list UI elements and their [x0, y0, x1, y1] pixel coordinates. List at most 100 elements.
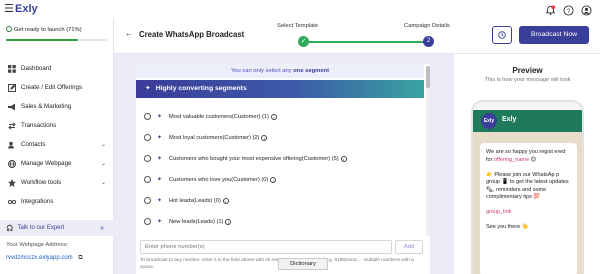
phone-preview: Exly Exly We are so happy you regist ere…	[471, 100, 584, 274]
sidebar-item-label: Transactions	[21, 122, 57, 129]
chevron-down-icon[interactable]: ⌄	[101, 160, 106, 167]
talk-to-expert-button[interactable]: 🎧 Talk to our Expert »	[0, 220, 114, 236]
phone-top	[473, 102, 582, 110]
segment-option[interactable]: ✦ Customers who bought your most expensi…	[144, 148, 424, 169]
help-icon[interactable]: ?	[563, 3, 574, 16]
webpage-url-link[interactable]: rvvdzmcczx.exlyapp.com ⧉	[6, 255, 83, 262]
info-icon[interactable]: i	[222, 197, 229, 204]
segment-option[interactable]: ✦ Most loyal customers(Customer) (2) i	[144, 127, 424, 148]
info-icon[interactable]: i	[340, 155, 347, 162]
double-chevron-icon: »	[100, 224, 104, 232]
segment-label: Customers who bought your most expensive…	[169, 155, 339, 162]
sidebar-item-label: Workflow tools	[21, 179, 62, 186]
exly-logo[interactable]: ☰Exly	[4, 2, 38, 15]
radio-button[interactable]	[144, 155, 151, 162]
launch-progress-fill	[6, 39, 78, 41]
placeholder-group-link: group_link	[486, 209, 512, 215]
sidebar: Get ready to launch (71%) Dashboard Crea…	[0, 18, 114, 274]
radio-button[interactable]	[144, 134, 151, 141]
schedule-button[interactable]	[492, 26, 512, 44]
segment-label: New leads(Leads) (1)	[169, 218, 224, 225]
avatar: Exly	[481, 113, 497, 129]
segment-label: Customers who love you(Customer) (0)	[169, 176, 269, 183]
info-icon[interactable]: i	[270, 113, 277, 120]
sidebar-item-workflow-tools[interactable]: Workflow tools ⌄	[0, 173, 114, 192]
account-icon[interactable]	[581, 3, 592, 16]
launch-progress-label[interactable]: Get ready to launch (71%)	[6, 26, 110, 33]
step-complete-check-icon[interactable]: ✓	[298, 36, 309, 47]
sidebar-item-label: Integrations	[21, 198, 54, 205]
edit-offerings-icon	[8, 83, 16, 92]
sparkle-icon: ✦	[157, 219, 163, 225]
page-title: Create WhatsApp Broadcast	[139, 30, 245, 39]
sidebar-item-contacts[interactable]: Contacts ⌄	[0, 135, 114, 154]
segment-group-header: ✦ Highly converting segments	[136, 80, 424, 98]
segment-notice: You can only select any one segment	[136, 64, 424, 78]
hamburger-icon[interactable]: ☰	[4, 2, 14, 15]
sparkle-icon: ✦	[157, 198, 163, 204]
segment-list: ✦ Most valuable customers(Customer) (1) …	[144, 106, 424, 232]
sidebar-item-dashboard[interactable]: Dashboard	[0, 59, 114, 78]
preview-title: Preview	[512, 66, 543, 75]
webpage-icon	[8, 159, 16, 168]
segment-option[interactable]: ✦ Most valuable customers(Customer) (1) …	[144, 106, 424, 127]
transactions-icon	[8, 121, 16, 130]
dashboard-icon	[8, 64, 16, 73]
step-label-campaign-details: Campaign Details	[404, 23, 450, 29]
sidebar-item-manage-webpage[interactable]: Manage Webpage ⌄	[0, 154, 114, 173]
info-icon[interactable]: i	[225, 218, 232, 225]
radio-button[interactable]	[144, 218, 151, 225]
back-arrow-icon[interactable]: ←	[125, 29, 133, 38]
sender-name: Exly	[502, 116, 517, 123]
step-label-select-template: Select Template	[277, 23, 319, 29]
info-icon[interactable]: i	[261, 134, 268, 141]
sidebar-item-sales-marketing[interactable]: Sales & Marketing	[0, 97, 114, 116]
chat-area: We are so happy you regist ered for offe…	[473, 132, 582, 274]
integrations-icon	[7, 198, 17, 206]
radio-button[interactable]	[144, 197, 151, 204]
chevron-down-icon[interactable]: ⌄	[101, 141, 106, 148]
segment-option[interactable]: ✦ New leads(Leads) (1) i	[144, 211, 424, 232]
add-number-button[interactable]: Add	[395, 240, 423, 254]
sparkle-icon: ✦	[157, 114, 163, 120]
clock-icon	[498, 31, 506, 39]
scrollbar[interactable]	[426, 66, 430, 236]
top-icons: ?	[545, 3, 592, 16]
workflow-icon	[8, 178, 16, 187]
segment-label: Most valuable customers(Customer) (1)	[169, 113, 269, 120]
chevron-down-icon[interactable]: ⌄	[101, 179, 106, 186]
radio-button[interactable]	[144, 113, 151, 120]
sidebar-item-transactions[interactable]: Transactions	[0, 116, 114, 135]
webpage-address-label: Your Webpage Address:	[6, 242, 69, 248]
sidebar-item-label: Sales & Marketing	[21, 103, 72, 110]
broadcast-now-button[interactable]: Broadcast Now	[519, 26, 589, 44]
message-bubble: We are so happy you regist ered for offe…	[480, 143, 577, 274]
sidebar-item-create-edit-offerings[interactable]: Create / Edit Offerings	[0, 78, 114, 97]
share-icon[interactable]: ⧉	[78, 255, 82, 261]
segment-label: Most loyal customers(Customer) (2)	[169, 134, 260, 141]
sidebar-item-label: Contacts	[21, 141, 46, 148]
placeholder-offering-name: offering_name	[493, 156, 530, 163]
whatsapp-header: Exly Exly	[473, 110, 582, 132]
segment-card: You can only select any one segment ✦ Hig…	[136, 64, 430, 274]
info-icon[interactable]: i	[270, 176, 277, 183]
sparkle-icon: ✦	[157, 177, 163, 183]
page-header: ← Create WhatsApp Broadcast Select Templ…	[114, 18, 600, 54]
sparkle-icon: ✦	[157, 135, 163, 141]
launch-icon	[6, 26, 12, 32]
segment-option[interactable]: ✦ Customers who love you(Customer) (0) i	[144, 169, 424, 190]
segment-option[interactable]: ✦ Hot leads(Leads) (0) i	[144, 190, 424, 211]
step-current-indicator[interactable]: 2	[423, 36, 434, 47]
launch-progress-bar	[6, 39, 107, 41]
svg-text:?: ?	[567, 8, 571, 15]
phone-number-input[interactable]: Enter phone number(s)	[140, 240, 392, 254]
sidebar-item-integrations[interactable]: Integrations	[0, 192, 114, 211]
top-bar: ☰Exly ?	[0, 0, 600, 18]
sales-icon	[8, 103, 16, 111]
headset-icon: 🎧	[6, 225, 14, 232]
notification-bell-icon[interactable]	[545, 3, 556, 16]
radio-button[interactable]	[144, 176, 151, 183]
sidebar-item-label: Dashboard	[21, 65, 52, 72]
sidebar-item-label: Manage Webpage	[21, 160, 72, 167]
segment-label: Hot leads(Leads) (0)	[169, 197, 221, 204]
